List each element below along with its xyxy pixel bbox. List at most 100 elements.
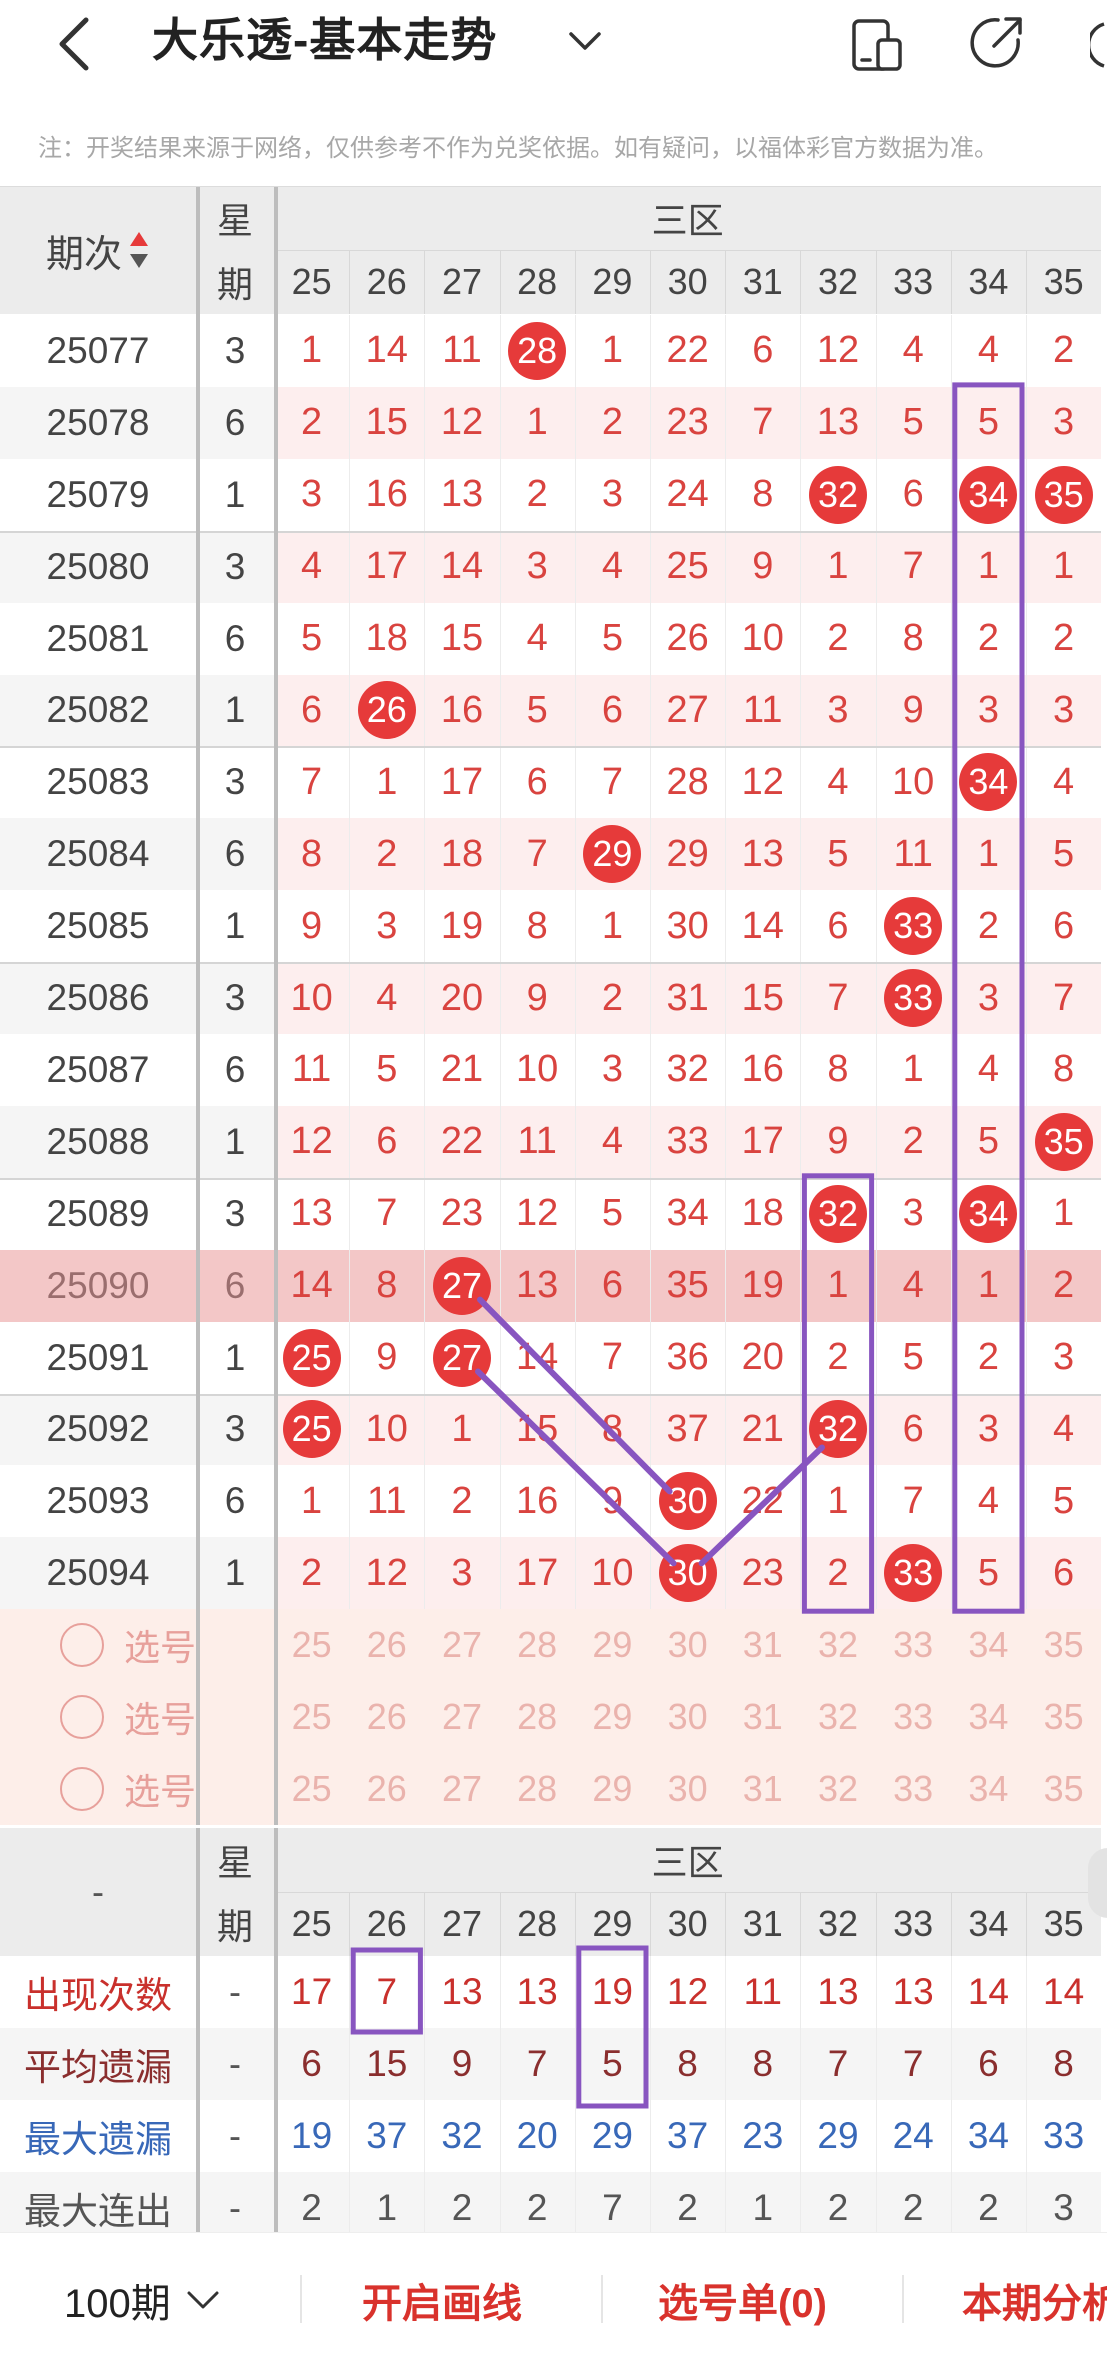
header-issue[interactable]: 期次: [0, 186, 196, 314]
stats-value: 8: [677, 2043, 698, 2084]
grid-line: [650, 1892, 651, 1956]
drawn-number-cell: 33: [876, 962, 951, 1034]
omission-value: 4: [601, 545, 623, 588]
omission-value: 14: [516, 1336, 559, 1379]
pick-number[interactable]: 31: [725, 1681, 800, 1753]
scroll-handle[interactable]: [1088, 1848, 1107, 1918]
stats-header-number: 30: [667, 1903, 708, 1944]
drawn-number-cell: 27: [424, 1322, 499, 1394]
omission-value: 1: [902, 1048, 924, 1091]
pick-number[interactable]: 31: [725, 1753, 800, 1825]
divider: [902, 2275, 904, 2323]
select-toggle[interactable]: 选号: [0, 1753, 274, 1825]
grid-line: [0, 530, 1102, 533]
pick-number[interactable]: 32: [800, 1753, 875, 1825]
device-icon[interactable]: [850, 18, 904, 72]
share-icon[interactable]: [968, 14, 1024, 72]
pick-number[interactable]: 28: [500, 1753, 575, 1825]
more-icon[interactable]: [1090, 18, 1107, 72]
grid-line: [274, 1828, 278, 2244]
drawn-ball: 35: [1034, 1112, 1093, 1171]
omission-value: 17: [741, 1120, 784, 1163]
grid-line: [274, 250, 1102, 251]
pick-number[interactable]: 25: [274, 1681, 349, 1753]
pick-number[interactable]: 33: [876, 1753, 951, 1825]
omission-value: 13: [440, 473, 484, 516]
stats-value: 37: [667, 2115, 709, 2156]
stats-value: 9: [451, 2043, 473, 2084]
pick-number[interactable]: 30: [650, 1609, 725, 1681]
drawn-number-cell: 26: [349, 675, 424, 747]
select-toggle[interactable]: 选号: [0, 1609, 274, 1681]
grid-line: [0, 186, 1102, 187]
pick-number[interactable]: 26: [349, 1681, 424, 1753]
select-toggle[interactable]: 选号: [0, 1681, 274, 1753]
header-week-top: 星: [216, 200, 253, 241]
analysis-button[interactable]: 本期分析: [962, 2233, 1107, 2366]
issue-number: 25081: [46, 617, 150, 659]
pick-number[interactable]: 31: [725, 1609, 800, 1681]
pick-number[interactable]: 26: [349, 1609, 424, 1681]
omission-value: 6: [752, 329, 774, 372]
pick-number[interactable]: 27: [424, 1753, 499, 1825]
pick-number[interactable]: 28: [500, 1681, 575, 1753]
pick-number[interactable]: 34: [951, 1681, 1026, 1753]
pick-number[interactable]: 34: [951, 1753, 1026, 1825]
pick-number[interactable]: 29: [575, 1609, 650, 1681]
pick-number[interactable]: 27: [424, 1609, 499, 1681]
omission-value: 15: [741, 976, 784, 1019]
stats-value: 34: [967, 2115, 1009, 2156]
omission-value: 17: [516, 1551, 559, 1594]
omission-value: 7: [601, 1336, 623, 1379]
pick-number[interactable]: 30: [650, 1681, 725, 1753]
omission-value: 2: [827, 617, 849, 660]
pick-number[interactable]: 32: [800, 1609, 875, 1681]
grid-line: [0, 1393, 1102, 1396]
draw-line-button[interactable]: 开启画线: [362, 2233, 522, 2366]
omission-value: 8: [902, 617, 924, 660]
omission-value: 3: [1053, 688, 1075, 731]
omission-value: 10: [892, 760, 935, 803]
period-selector[interactable]: 100期: [64, 2233, 223, 2366]
pick-number[interactable]: 35: [1026, 1753, 1101, 1825]
header-number: 34: [968, 261, 1009, 302]
omission-value: 21: [741, 1407, 784, 1450]
page-title: 大乐透-基本走势: [152, 14, 498, 66]
pick-number[interactable]: 35: [1026, 1609, 1101, 1681]
header-number: 26: [366, 261, 407, 302]
omission-value: 12: [365, 1551, 408, 1594]
pick-number[interactable]: 28: [500, 1609, 575, 1681]
omission-value: 2: [301, 1551, 323, 1594]
grid-line: [424, 250, 426, 314]
pick-number[interactable]: 33: [876, 1681, 951, 1753]
grid-line: [349, 250, 351, 314]
omission-value: 21: [440, 1048, 484, 1091]
omission-value: 5: [601, 1192, 623, 1235]
grid-line: [800, 1892, 802, 1956]
omission-value: 4: [1053, 1407, 1075, 1450]
omission-value: 5: [977, 401, 999, 444]
pick-number[interactable]: 25: [274, 1753, 349, 1825]
pick-number[interactable]: 26: [349, 1753, 424, 1825]
omission-value: 30: [666, 904, 709, 947]
pick-number[interactable]: 25: [274, 1609, 349, 1681]
pick-number[interactable]: 29: [575, 1681, 650, 1753]
omission-value: 7: [902, 1479, 924, 1522]
omission-value: 4: [376, 976, 398, 1019]
back-arrow-icon[interactable]: [50, 16, 100, 72]
pick-number[interactable]: 35: [1026, 1681, 1101, 1753]
omission-value: 32: [666, 1048, 709, 1091]
pick-number[interactable]: 33: [876, 1609, 951, 1681]
pick-number[interactable]: 34: [951, 1609, 1026, 1681]
pick-list-button[interactable]: 选号单(0): [658, 2233, 827, 2366]
pick-number[interactable]: 30: [650, 1753, 725, 1825]
pick-number[interactable]: 32: [800, 1681, 875, 1753]
pick-number[interactable]: 29: [575, 1753, 650, 1825]
grid-line: [196, 186, 200, 1825]
period-selector-label: 100期: [64, 2281, 171, 2326]
omission-value: 2: [977, 1336, 999, 1379]
chevron-down-icon[interactable]: [565, 22, 605, 58]
omission-value: 3: [902, 1192, 924, 1235]
pick-number[interactable]: 27: [424, 1681, 499, 1753]
weekday: 6: [224, 1480, 246, 1522]
